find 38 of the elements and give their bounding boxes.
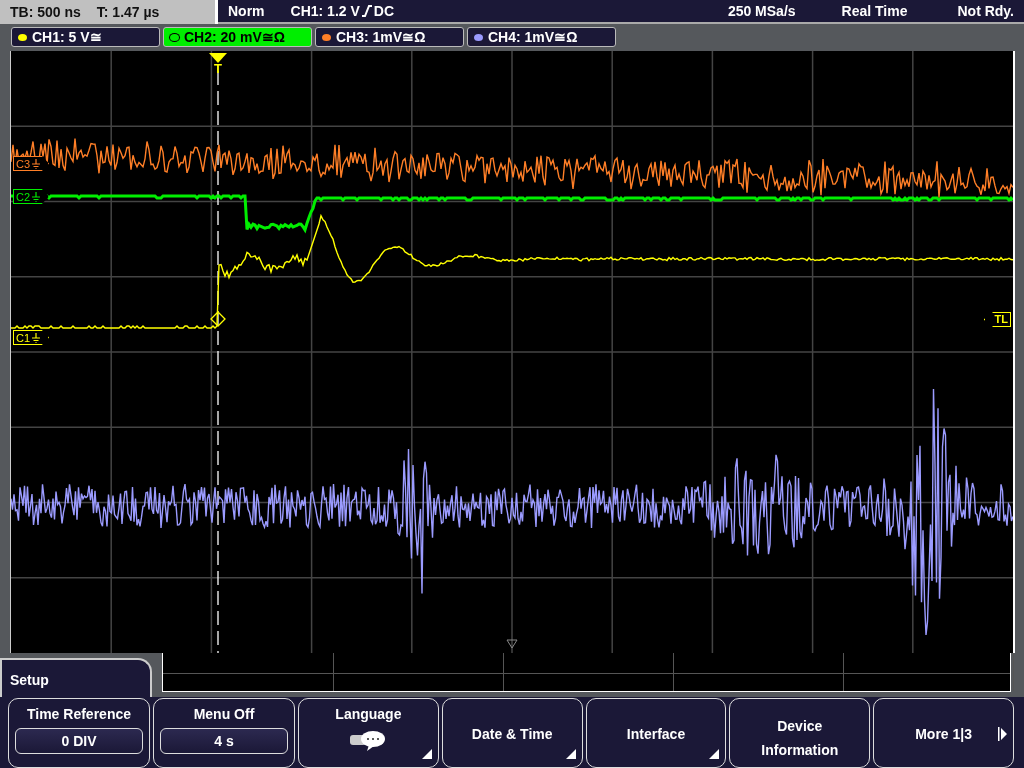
softkey-button[interactable]: Device Information (729, 698, 871, 768)
channel-tab[interactable]: CH2: 20 mV≅Ω (163, 27, 312, 47)
softkey-button[interactable]: More 1|3 (873, 698, 1014, 768)
acquisition-mode: Real Time (841, 3, 908, 19)
ground-icon (32, 158, 41, 169)
rising-edge-icon (361, 4, 372, 18)
softkey-button[interactable]: Interface (585, 698, 727, 768)
timebase-readout: TB: 500 ns (10, 4, 81, 20)
ground-icon (32, 332, 41, 343)
next-page-icon (998, 727, 1007, 741)
trigger-point-icon (210, 311, 226, 327)
softkey-button[interactable]: Date & Time (441, 698, 583, 768)
submenu-corner-icon (421, 749, 432, 759)
softkey-button[interactable]: Language (298, 698, 439, 768)
channel-offset-marker[interactable]: C2 (13, 189, 50, 204)
channel-offset-marker[interactable]: C1 (13, 330, 50, 345)
value-field[interactable]: 4 s (160, 728, 288, 754)
trigger-position-icon (209, 53, 227, 63)
channel-tab[interactable]: CH1: 5 V≅ (11, 27, 160, 47)
trigger-level-marker[interactable]: TL (983, 312, 1011, 327)
value-field[interactable]: 0 DIV (15, 728, 143, 754)
acquisition-state: Not Rdy. (957, 3, 1014, 19)
sample-rate: 250 MSa/s (727, 3, 796, 19)
trigger-coupling: DC (373, 3, 395, 19)
channel-offset-marker[interactable]: C3 (13, 156, 50, 171)
submenu-corner-icon (565, 749, 576, 759)
softkey-button[interactable]: Menu Off 4 s (153, 698, 295, 768)
trigger-time-readout: T: 1.47 µs (96, 4, 160, 20)
trigger-position-marker: T (214, 63, 222, 75)
channel-tab[interactable]: CH3: 1mV≅Ω (315, 27, 464, 47)
center-marker-icon (506, 639, 518, 649)
submenu-corner-icon (709, 749, 720, 759)
softkey-button[interactable]: Time Reference 0 DIV (8, 698, 150, 768)
speech-bubbles-icon (349, 730, 388, 752)
trigger-source: CH1: 1.2 V (290, 3, 360, 19)
trigger-mode: Norm (228, 3, 265, 19)
channel-tab[interactable]: CH4: 1mV≅Ω (467, 27, 616, 47)
ground-icon (32, 191, 41, 202)
